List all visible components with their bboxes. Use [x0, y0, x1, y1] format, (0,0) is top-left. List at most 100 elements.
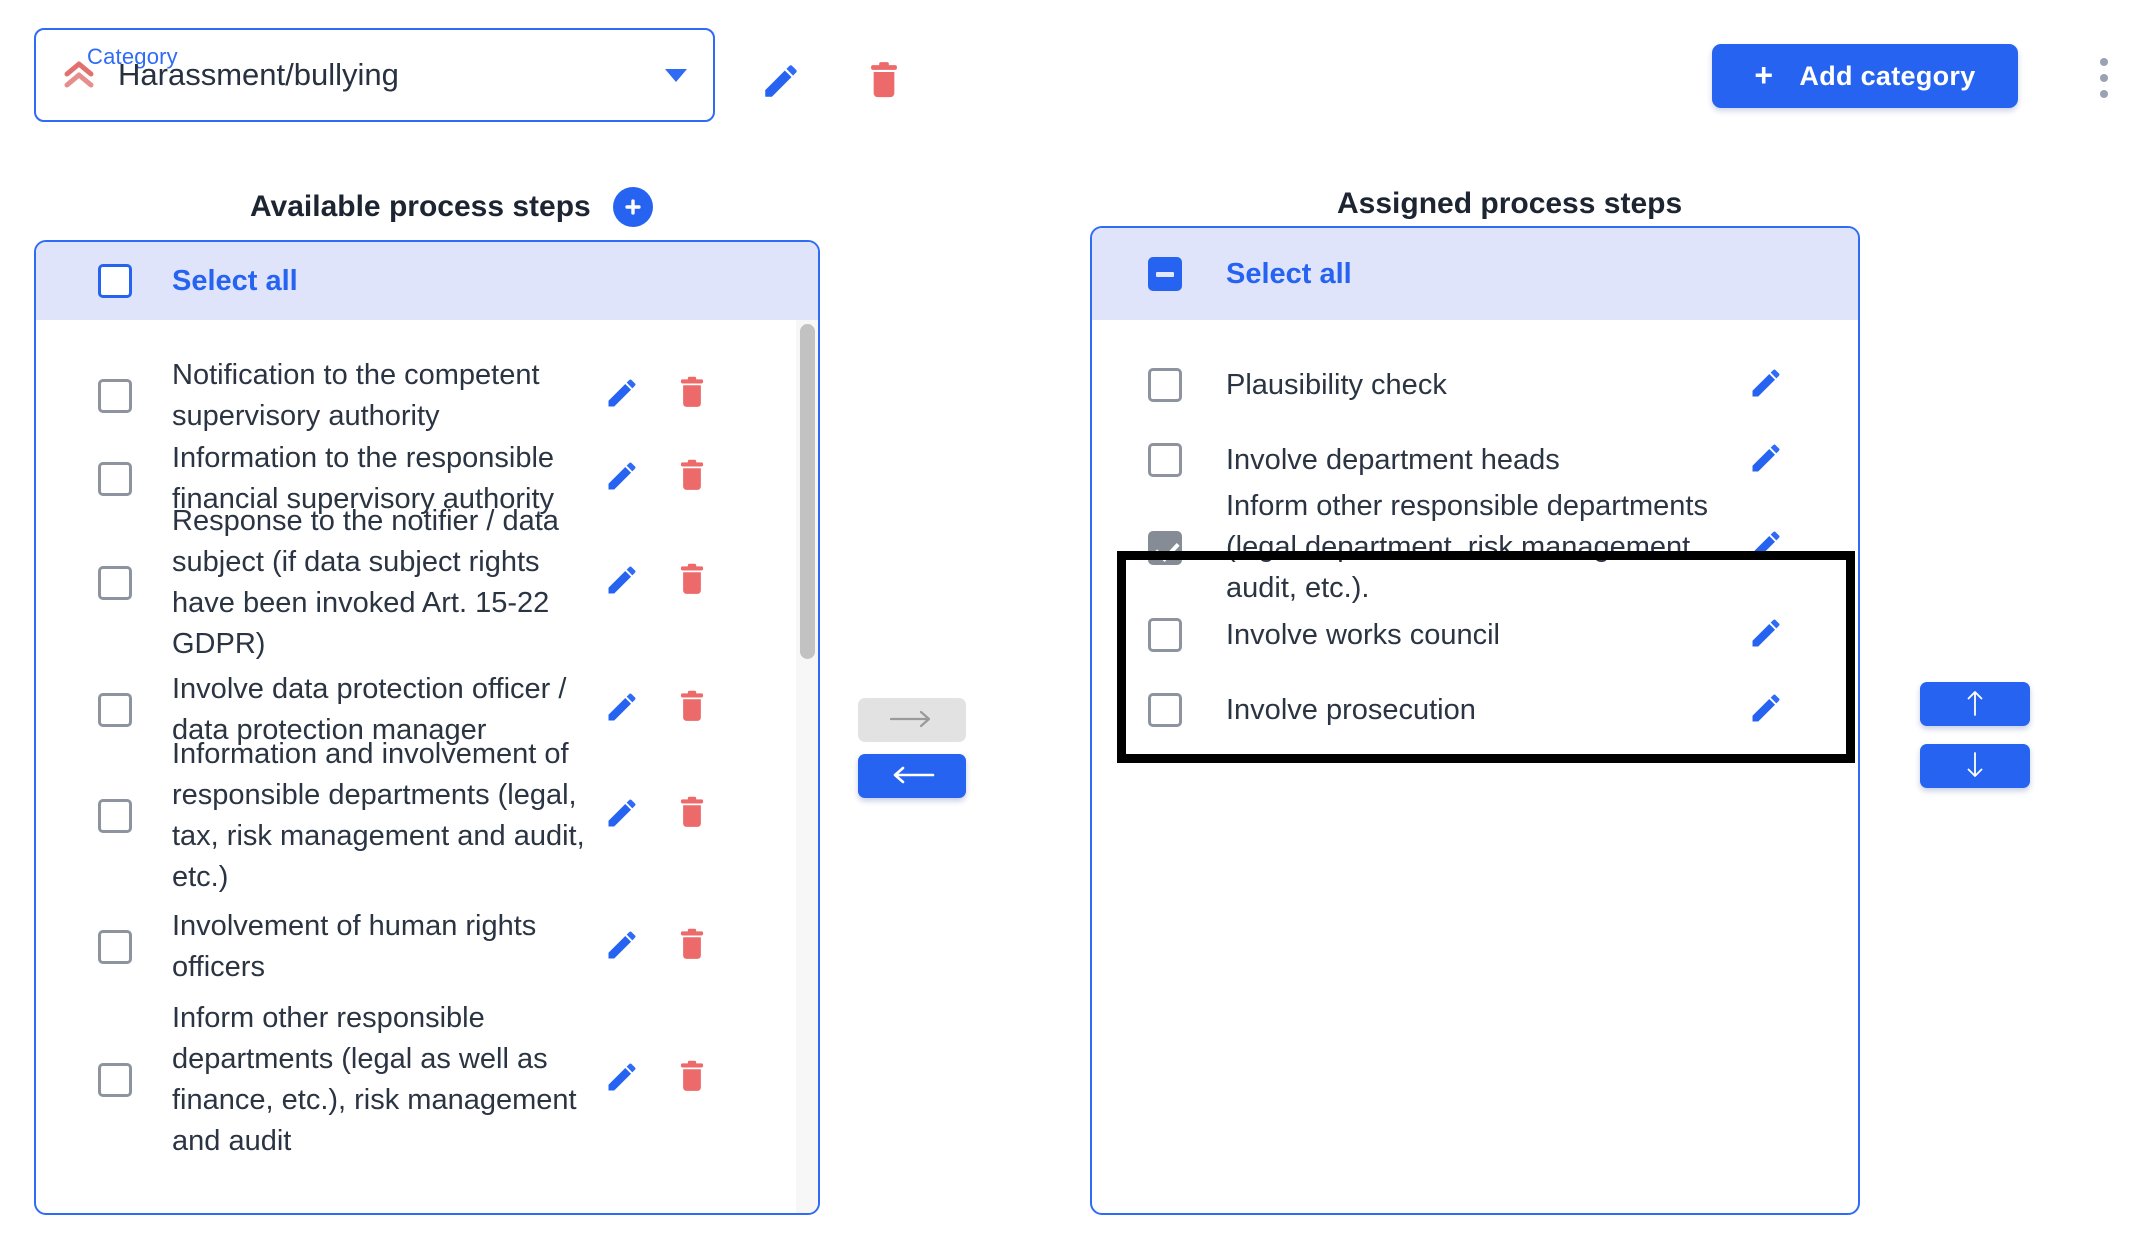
edit-category-button[interactable] — [760, 58, 806, 104]
edit-process-step-button[interactable] — [587, 795, 657, 836]
move-up-button[interactable] — [1920, 682, 2030, 726]
arrow-up-icon — [1965, 688, 1985, 721]
toolbar: Category Harassment/bullying + Add categ… — [0, 0, 2138, 160]
process-step-label: Information and involvement of responsib… — [172, 737, 585, 893]
assign-button[interactable] — [858, 698, 966, 742]
process-step-label: Notification to the competent supervisor… — [172, 358, 540, 432]
row-actions — [587, 689, 727, 730]
pencil-icon — [1748, 365, 1784, 406]
pencil-icon — [1748, 615, 1784, 656]
available-panel-title: Available process steps — [250, 190, 591, 223]
row-actions — [1711, 615, 1821, 656]
available-list-scrollbar[interactable] — [796, 320, 818, 1213]
add-category-label: Add category — [1799, 60, 1976, 91]
edit-process-step-button[interactable] — [587, 562, 657, 603]
pencil-icon — [1748, 527, 1784, 568]
process-step-checkbox[interactable] — [1148, 618, 1182, 652]
edit-process-step-button[interactable] — [1711, 690, 1821, 731]
row-actions — [587, 795, 727, 836]
process-step-label: Involve prosecution — [1226, 693, 1476, 726]
pencil-icon — [604, 375, 640, 416]
process-step-label: Plausibility check — [1226, 368, 1447, 401]
available-select-all-row[interactable]: Select all — [36, 242, 818, 320]
dot — [2100, 74, 2108, 82]
chevron-down-icon[interactable] — [665, 68, 687, 82]
list-item[interactable]: Involve works council — [1092, 605, 1858, 665]
trash-icon — [675, 375, 709, 416]
process-step-checkbox[interactable] — [1148, 693, 1182, 727]
edit-process-step-button[interactable] — [1711, 365, 1821, 406]
edit-process-step-button[interactable] — [587, 927, 657, 968]
available-select-all-checkbox[interactable] — [98, 264, 132, 298]
list-item[interactable]: Involve prosecution — [1092, 680, 1858, 740]
add-category-button[interactable]: + Add category — [1712, 44, 2018, 108]
move-down-button[interactable] — [1920, 744, 2030, 788]
plus-circle-icon — [622, 196, 644, 218]
dot — [2100, 58, 2108, 66]
reorder-controls — [1920, 682, 2030, 806]
delete-process-step-button[interactable] — [657, 562, 727, 603]
process-step-checkbox[interactable] — [98, 798, 132, 833]
trash-icon — [675, 1059, 709, 1100]
edit-process-step-button[interactable] — [1711, 527, 1821, 568]
list-item[interactable]: Response to the notifier / data subject … — [36, 505, 800, 660]
plus-icon: + — [1754, 57, 1774, 93]
edit-process-step-button[interactable] — [1711, 615, 1821, 656]
dot — [2100, 90, 2108, 98]
pencil-icon — [604, 562, 640, 603]
process-step-checkbox[interactable] — [98, 565, 132, 600]
process-step-checkbox[interactable] — [98, 461, 132, 496]
assigned-process-steps-list: Plausibility check Involve department he… — [1092, 320, 1858, 1213]
edit-process-step-button[interactable] — [1711, 440, 1821, 481]
process-step-checkbox[interactable] — [98, 930, 132, 964]
list-item[interactable]: Involvement of human rights officers — [36, 910, 800, 983]
row-actions — [1711, 690, 1821, 731]
delete-process-step-button[interactable] — [657, 458, 727, 499]
assigned-select-all-row[interactable]: Select all — [1092, 228, 1858, 320]
process-step-checkbox[interactable] — [1148, 368, 1182, 402]
assigned-panel-header: Assigned process steps — [1337, 187, 1682, 221]
trash-icon — [675, 689, 709, 730]
pencil-icon — [604, 795, 640, 836]
row-actions — [587, 458, 727, 499]
edit-process-step-button[interactable] — [587, 458, 657, 499]
pencil-icon — [1748, 440, 1784, 481]
edit-process-step-button[interactable] — [587, 375, 657, 416]
list-item[interactable]: Involve department heads — [1092, 430, 1858, 490]
trash-icon — [864, 60, 910, 102]
list-item[interactable]: Information and involvement of responsib… — [36, 738, 800, 893]
list-item[interactable]: Plausibility check — [1092, 355, 1858, 415]
process-step-label: Inform other responsible departments (le… — [1226, 490, 1708, 604]
available-panel-header: Available process steps — [250, 187, 653, 227]
edit-process-step-button[interactable] — [587, 689, 657, 730]
list-item[interactable]: Inform other responsible departments (le… — [1092, 490, 1858, 604]
process-step-checkbox[interactable] — [98, 692, 132, 727]
row-actions — [587, 927, 727, 968]
trash-icon — [675, 927, 709, 968]
scrollbar-thumb[interactable] — [800, 324, 815, 659]
process-step-checkbox[interactable] — [1148, 530, 1182, 565]
list-item[interactable]: Inform other responsible departments (le… — [36, 1002, 800, 1157]
process-step-label: Involve department heads — [1226, 443, 1560, 476]
delete-process-step-button[interactable] — [657, 927, 727, 968]
delete-category-button[interactable] — [864, 58, 910, 104]
delete-process-step-button[interactable] — [657, 1059, 727, 1100]
delete-process-step-button[interactable] — [657, 795, 727, 836]
process-step-checkbox[interactable] — [98, 1062, 132, 1097]
process-step-checkbox[interactable] — [98, 378, 132, 413]
double-chevron-up-icon — [62, 58, 96, 92]
add-process-step-button[interactable] — [612, 187, 653, 227]
category-select[interactable]: Category Harassment/bullying — [34, 28, 715, 122]
pencil-icon — [1748, 690, 1784, 731]
row-actions — [1711, 527, 1821, 568]
edit-process-step-button[interactable] — [587, 1059, 657, 1100]
pencil-icon — [760, 60, 806, 102]
arrow-right-icon — [889, 709, 935, 732]
process-step-checkbox[interactable] — [1148, 443, 1182, 477]
assigned-select-all-checkbox[interactable] — [1148, 257, 1182, 291]
available-process-steps-list: Notification to the competent supervisor… — [36, 320, 818, 1213]
delete-process-step-button[interactable] — [657, 375, 727, 416]
delete-process-step-button[interactable] — [657, 689, 727, 730]
vertical-dots-icon[interactable] — [2090, 58, 2118, 98]
unassign-button[interactable] — [858, 754, 966, 798]
